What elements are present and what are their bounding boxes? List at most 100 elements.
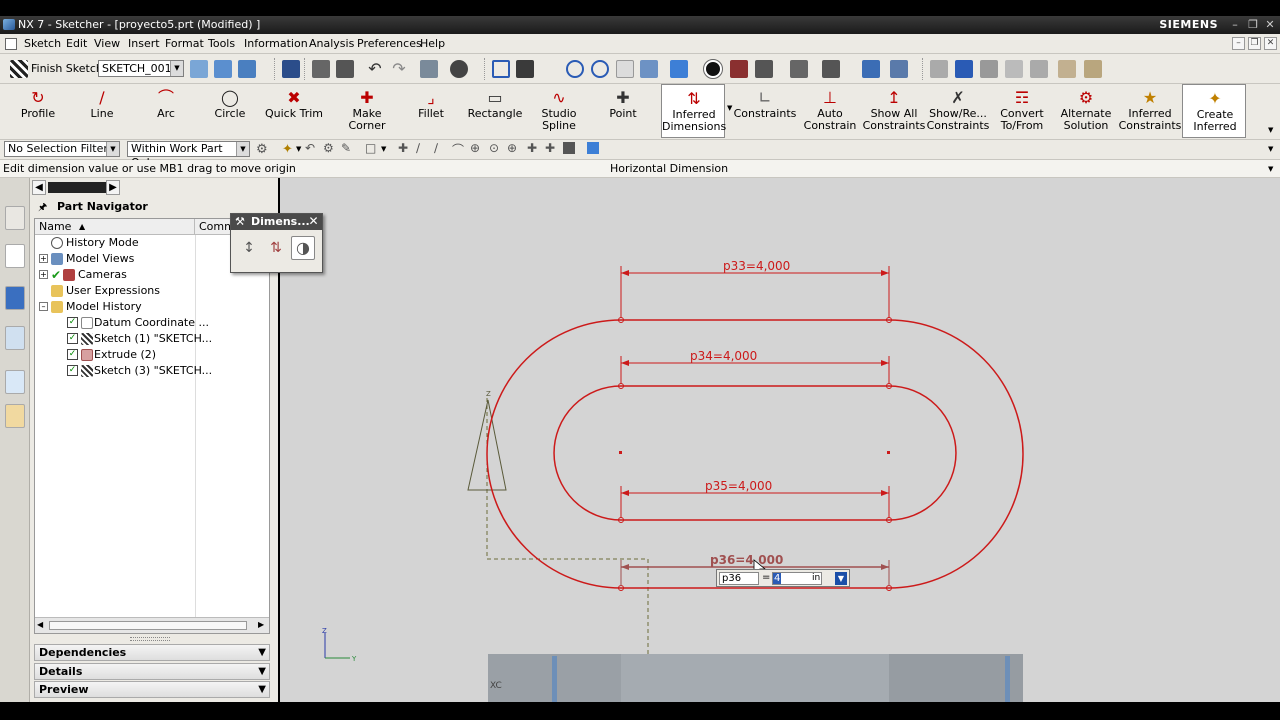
menu-preferences[interactable]: Preferences [357, 37, 422, 50]
selection-tool-2-icon[interactable]: ⚙ [323, 141, 334, 155]
annotation-mode-icon[interactable]: ◑ [291, 236, 315, 260]
selection-icon-3[interactable] [980, 60, 998, 78]
studio-spline-button[interactable]: ∿ Studio Spline [527, 84, 591, 138]
tree-item-sketch-3[interactable]: ✓ Sketch (3) "SKETCH... [35, 363, 269, 379]
minimize-button[interactable]: – [1228, 18, 1242, 31]
snap-point-icon[interactable]: ✦ [282, 142, 293, 157]
chevron-down-icon[interactable]: ▼ [1268, 145, 1273, 153]
graphics-window[interactable]: XC Z Z Y p33=4,000 p34=4,000 p35=4,000 p… [280, 178, 1280, 702]
checkbox-checked[interactable]: ✓ [67, 349, 78, 360]
reattach-icon[interactable] [214, 60, 232, 78]
inferred-constraints-button[interactable]: ★ Inferred Constraints [1118, 84, 1182, 138]
snap-body-icon[interactable] [587, 142, 599, 154]
chevron-down-icon[interactable]: ▼ [296, 145, 301, 153]
roles-palette-icon[interactable] [5, 404, 25, 428]
snap-point-on-icon[interactable]: ✚ [527, 141, 537, 155]
line-button[interactable]: ∕ Line [70, 84, 134, 138]
quick-trim-button[interactable]: ✖ Quick Trim [262, 84, 326, 138]
fit-view-icon[interactable] [492, 60, 510, 78]
constraints-button[interactable]: ∟ Constraints [733, 84, 797, 138]
checkbox-checked[interactable]: ✓ [67, 365, 78, 376]
ruler-icon[interactable] [1084, 60, 1102, 78]
expand-icon[interactable]: + [39, 254, 48, 263]
selection-scope-combo[interactable]: Within Work Part Only ▼ [127, 141, 250, 169]
zoom-icon[interactable] [566, 60, 584, 78]
menu-insert[interactable]: Insert [128, 37, 160, 50]
clock-icon[interactable] [5, 370, 25, 394]
fillet-button[interactable]: ⌟ Fillet [399, 84, 463, 138]
render-style-icon[interactable] [703, 59, 723, 79]
tree-item-datum-coordinate[interactable]: ✓ Datum Coordinate ... [35, 315, 269, 331]
dimension-dialog-icon[interactable]: ↕ [237, 236, 261, 260]
selection-icon-4[interactable] [1005, 60, 1023, 78]
paste-icon[interactable] [336, 60, 354, 78]
snap-intersection-icon[interactable]: ⊕ [470, 141, 480, 155]
finish-sketch-button[interactable]: Finish Sketch [31, 62, 103, 75]
dimension-name-field[interactable]: p36 [719, 572, 759, 585]
arc-button[interactable]: ⌒ Arc [134, 84, 198, 138]
background-icon[interactable] [822, 60, 840, 78]
collapse-icon[interactable]: – [39, 302, 48, 311]
show-all-constraints-button[interactable]: ↥ Show All Constraints [862, 84, 926, 138]
zoom-window-icon[interactable] [516, 60, 534, 78]
point-button[interactable]: ✚ Point [591, 84, 655, 138]
snap-arc-icon[interactable]: ⌒ [452, 141, 464, 158]
tree-item-sketch-1[interactable]: ✓ Sketch (1) "SKETCH... [35, 331, 269, 347]
snap-line-icon[interactable]: ∕ [416, 141, 420, 155]
mdi-minimize-button[interactable]: – [1232, 37, 1245, 50]
alternate-solution-button[interactable]: ⚙ Alternate Solution [1054, 84, 1118, 138]
measure-icon[interactable] [1058, 60, 1076, 78]
section-dependencies[interactable]: Dependencies ▼ [34, 644, 270, 661]
sketch-name-combo[interactable]: SKETCH_001 ▼ [98, 60, 184, 77]
horizontal-scrollbar[interactable]: ◀ ▶ [35, 617, 269, 633]
copy-icon[interactable] [312, 60, 330, 78]
chevron-down-icon[interactable]: ▼ [236, 142, 249, 156]
make-corner-button[interactable]: ✚ Make Corner [335, 84, 399, 138]
orient-cube-icon[interactable] [670, 60, 688, 78]
chevron-down-icon[interactable]: ▼ [835, 572, 847, 585]
scroll-right-icon[interactable]: ▶ [258, 620, 264, 629]
create-inferred-button[interactable]: ✦ Create Inferred [1182, 84, 1246, 138]
column-header-name[interactable]: Name ▲ [35, 219, 195, 235]
show-remove-constraints-button[interactable]: ✗ Show/Re... Constraints [926, 84, 990, 138]
sketch-canvas[interactable]: XC Z Z Y p33=4,000 p34=4,000 p35=4,000 p… [280, 178, 1280, 702]
selection-tool-3-icon[interactable]: ✎ [341, 141, 351, 155]
restore-button[interactable]: ❐ [1246, 18, 1260, 31]
selection-tool-1-icon[interactable]: ↶ [305, 141, 315, 155]
profile-button[interactable]: ↻ Profile [6, 84, 70, 138]
menu-view[interactable]: View [94, 37, 120, 50]
menu-analysis[interactable]: Analysis [309, 37, 354, 50]
history-palette-icon[interactable] [5, 326, 25, 350]
pan-icon[interactable] [616, 60, 634, 78]
perspective-icon[interactable] [640, 60, 658, 78]
inferred-dimensions-button[interactable]: ⇅ Inferred Dimensions [661, 84, 726, 138]
tree-item-user-expressions[interactable]: User Expressions [35, 283, 269, 299]
undo-icon[interactable]: ↶ [366, 60, 384, 78]
part-navigator-icon[interactable] [5, 244, 25, 268]
redo-icon[interactable]: ↷ [390, 60, 408, 78]
dimension-p33[interactable]: p33=4,000 [620, 259, 890, 318]
arc-center-point-left[interactable] [619, 451, 622, 454]
dimension-p35[interactable]: p35=4,000 [620, 479, 890, 518]
close-icon[interactable]: ✕ [307, 215, 320, 228]
wireframe-icon[interactable] [755, 60, 773, 78]
gear-icon[interactable]: ⚙ [256, 142, 268, 157]
menu-edit[interactable]: Edit [66, 37, 87, 50]
rectangle-select-icon[interactable]: □ [365, 141, 376, 155]
chevron-down-icon[interactable]: ▼ [170, 61, 183, 76]
auto-constrain-button[interactable]: ⊥ Auto Constrain [798, 84, 862, 138]
scroll-left-icon[interactable]: ◀ [37, 620, 43, 629]
finish-sketch-icon[interactable] [10, 60, 28, 78]
snap-existing-icon[interactable]: ✚ [545, 141, 555, 155]
pin-icon[interactable]: 🖈 [38, 200, 47, 217]
section-details[interactable]: Details ▼ [34, 663, 270, 680]
dimension-p34[interactable]: p34=4,000 [620, 349, 890, 384]
selection-filter-combo[interactable]: No Selection Filter ▼ [4, 141, 120, 157]
checkbox-checked[interactable]: ✓ [67, 333, 78, 344]
chevron-down-icon[interactable]: ▼ [727, 104, 732, 112]
reference-dimension-icon[interactable]: ⇅ [264, 236, 288, 260]
checkbox-checked[interactable]: ✓ [67, 317, 78, 328]
menu-tools[interactable]: Tools [208, 37, 235, 50]
snap-face-icon[interactable] [563, 142, 575, 154]
tree-item-extrude-2[interactable]: ✓ Extrude (2) [35, 347, 269, 363]
